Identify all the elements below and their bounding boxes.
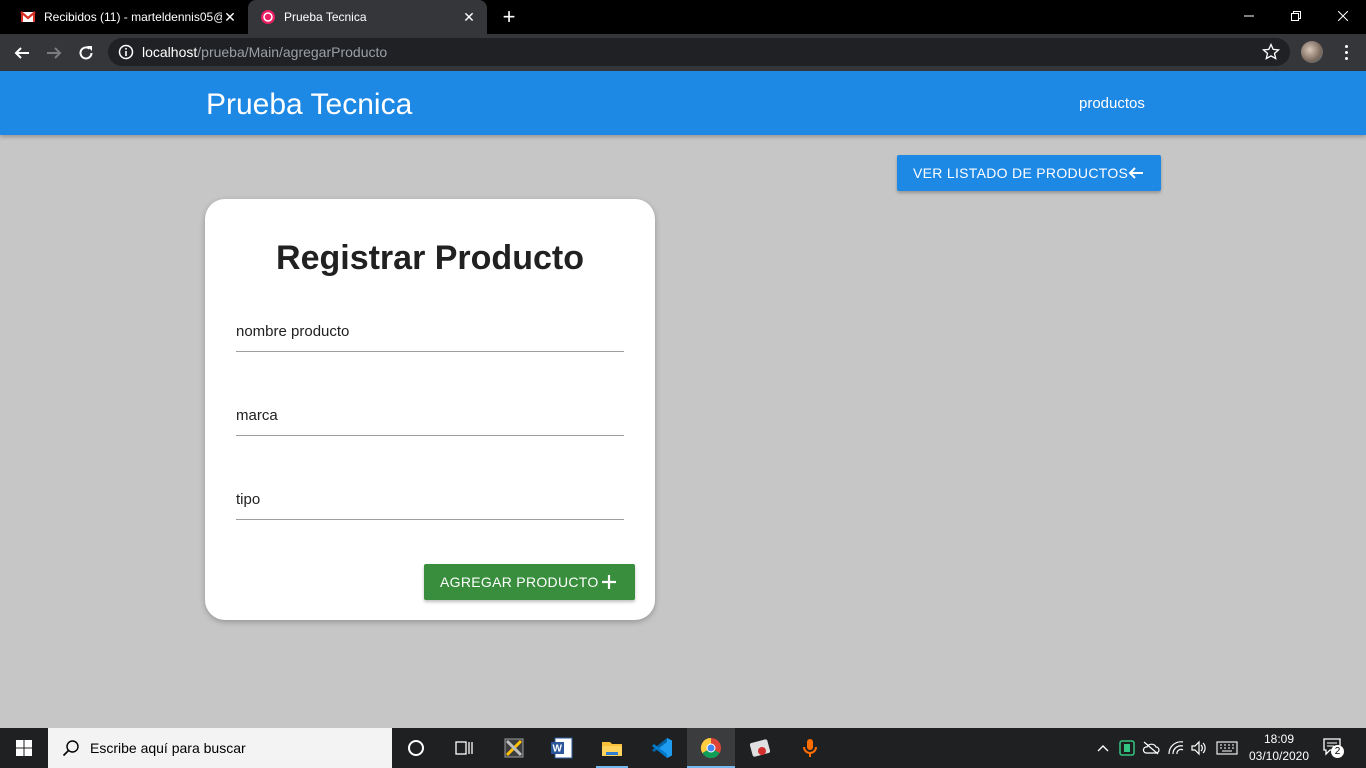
tab-prueba-tecnica[interactable]: Prueba Tecnica ✕: [248, 0, 487, 34]
minimize-icon: [1244, 15, 1254, 17]
clock-date: 03/10/2020: [1248, 749, 1310, 763]
tools-icon: [504, 738, 524, 758]
restore-icon: [1291, 11, 1301, 21]
clock-time: 18:09: [1263, 732, 1295, 746]
browser-toolbar: localhost/prueba/Main/agregarProducto: [0, 34, 1366, 71]
back-button[interactable]: [10, 41, 34, 65]
brand-field[interactable]: [236, 396, 624, 436]
url-path: /prueba/Main/agregarProducto: [197, 44, 388, 60]
taskbar-search[interactable]: Escribe aquí para buscar: [48, 728, 392, 768]
svg-text:W: W: [553, 744, 563, 755]
taskbar-app-other[interactable]: [736, 728, 784, 768]
start-button[interactable]: [0, 728, 48, 768]
product-name-field[interactable]: [236, 312, 624, 352]
view-products-list-button[interactable]: VER LISTADO DE PRODUCTOS: [897, 155, 1161, 191]
product-form-card: Registrar Producto: [205, 199, 655, 620]
taskbar-app-microphone[interactable]: [786, 728, 834, 768]
reload-button[interactable]: [74, 41, 98, 65]
tab-gmail[interactable]: Recibidos (11) - marteldennis05@ ✕: [8, 0, 248, 34]
taskbar-app-word[interactable]: W: [538, 728, 586, 768]
search-placeholder: Escribe aquí para buscar: [90, 740, 246, 756]
arrow-left-icon: [14, 47, 29, 59]
keyboard-icon: [1216, 741, 1238, 755]
windows-icon: [16, 740, 32, 756]
arrow-back-icon: [1128, 167, 1143, 179]
site-favicon-icon: [261, 10, 275, 24]
show-hidden-icons[interactable]: [1094, 728, 1112, 768]
tray-app[interactable]: [1117, 728, 1137, 768]
more-menu-icon[interactable]: [1336, 42, 1356, 62]
chrome-icon: [700, 737, 721, 759]
star-icon[interactable]: [1262, 43, 1280, 61]
close-icon: [1338, 11, 1348, 21]
tray-cloud[interactable]: [1141, 728, 1161, 768]
search-icon: [62, 740, 79, 757]
close-window-button[interactable]: [1320, 4, 1366, 28]
profile-avatar[interactable]: [1301, 41, 1323, 63]
gmail-icon: [20, 11, 36, 22]
minimize-button[interactable]: [1226, 4, 1272, 28]
taskbar-clock[interactable]: 18:09 03/10/2020: [1244, 731, 1314, 765]
tray-app-icon: [1119, 740, 1135, 756]
close-icon[interactable]: ✕: [222, 9, 238, 25]
chevron-up-icon: [1097, 745, 1109, 752]
close-icon[interactable]: ✕: [461, 9, 477, 25]
address-bar[interactable]: localhost/prueba/Main/agregarProducto: [108, 38, 1290, 66]
new-tab-button[interactable]: +: [498, 6, 520, 28]
word-icon: W: [551, 737, 573, 759]
task-view-icon: [455, 741, 473, 755]
app-icon: [749, 739, 771, 757]
cortana-icon: [408, 740, 424, 756]
form-title: Registrar Producto: [276, 239, 584, 277]
taskbar-app-vscode[interactable]: [638, 728, 686, 768]
url-host: localhost: [142, 44, 198, 60]
browser-tabstrip: Recibidos (11) - marteldennis05@ ✕ Prueb…: [0, 0, 1366, 34]
file-explorer-icon: [602, 742, 622, 756]
info-icon[interactable]: [118, 44, 134, 60]
notification-count-badge: 2: [1331, 745, 1344, 758]
tab-title: Recibidos (11) - marteldennis05@: [44, 10, 222, 24]
tray-keyboard[interactable]: [1213, 728, 1241, 768]
app-navbar: Prueba Tecnica productos: [0, 71, 1366, 135]
button-label: AGREGAR PRODUCTO: [440, 574, 599, 590]
tray-volume[interactable]: [1189, 728, 1209, 768]
arrow-right-icon: [47, 47, 62, 59]
action-center-button[interactable]: 2: [1322, 736, 1346, 760]
taskbar-app-file-explorer[interactable]: [588, 728, 636, 768]
microphone-icon: [803, 739, 817, 757]
plus-icon: [602, 575, 616, 589]
type-field[interactable]: [236, 480, 624, 520]
brand-input[interactable]: [236, 396, 624, 435]
nav-link-productos[interactable]: productos: [1079, 95, 1145, 112]
forward-button[interactable]: [42, 41, 66, 65]
windows-taskbar: Escribe aquí para buscar W 18:09 03/10/2…: [0, 728, 1366, 768]
restore-button[interactable]: [1273, 4, 1319, 28]
type-input[interactable]: [236, 480, 624, 519]
cortana-button[interactable]: [392, 728, 440, 768]
vscode-icon: [652, 738, 672, 758]
taskbar-app-chrome[interactable]: [687, 728, 735, 768]
tab-title: Prueba Tecnica: [284, 10, 367, 24]
volume-icon: [1191, 740, 1206, 756]
wifi-icon: [1168, 741, 1184, 755]
add-product-button[interactable]: AGREGAR PRODUCTO: [424, 564, 635, 600]
reload-icon: [79, 46, 93, 60]
brand-logo[interactable]: Prueba Tecnica: [206, 87, 412, 123]
task-view-button[interactable]: [440, 728, 488, 768]
product-name-input[interactable]: [236, 312, 624, 351]
tray-network[interactable]: [1166, 728, 1186, 768]
taskbar-app-tools[interactable]: [490, 728, 538, 768]
cloud-off-icon: [1142, 741, 1160, 755]
button-label: VER LISTADO DE PRODUCTOS: [913, 165, 1129, 181]
